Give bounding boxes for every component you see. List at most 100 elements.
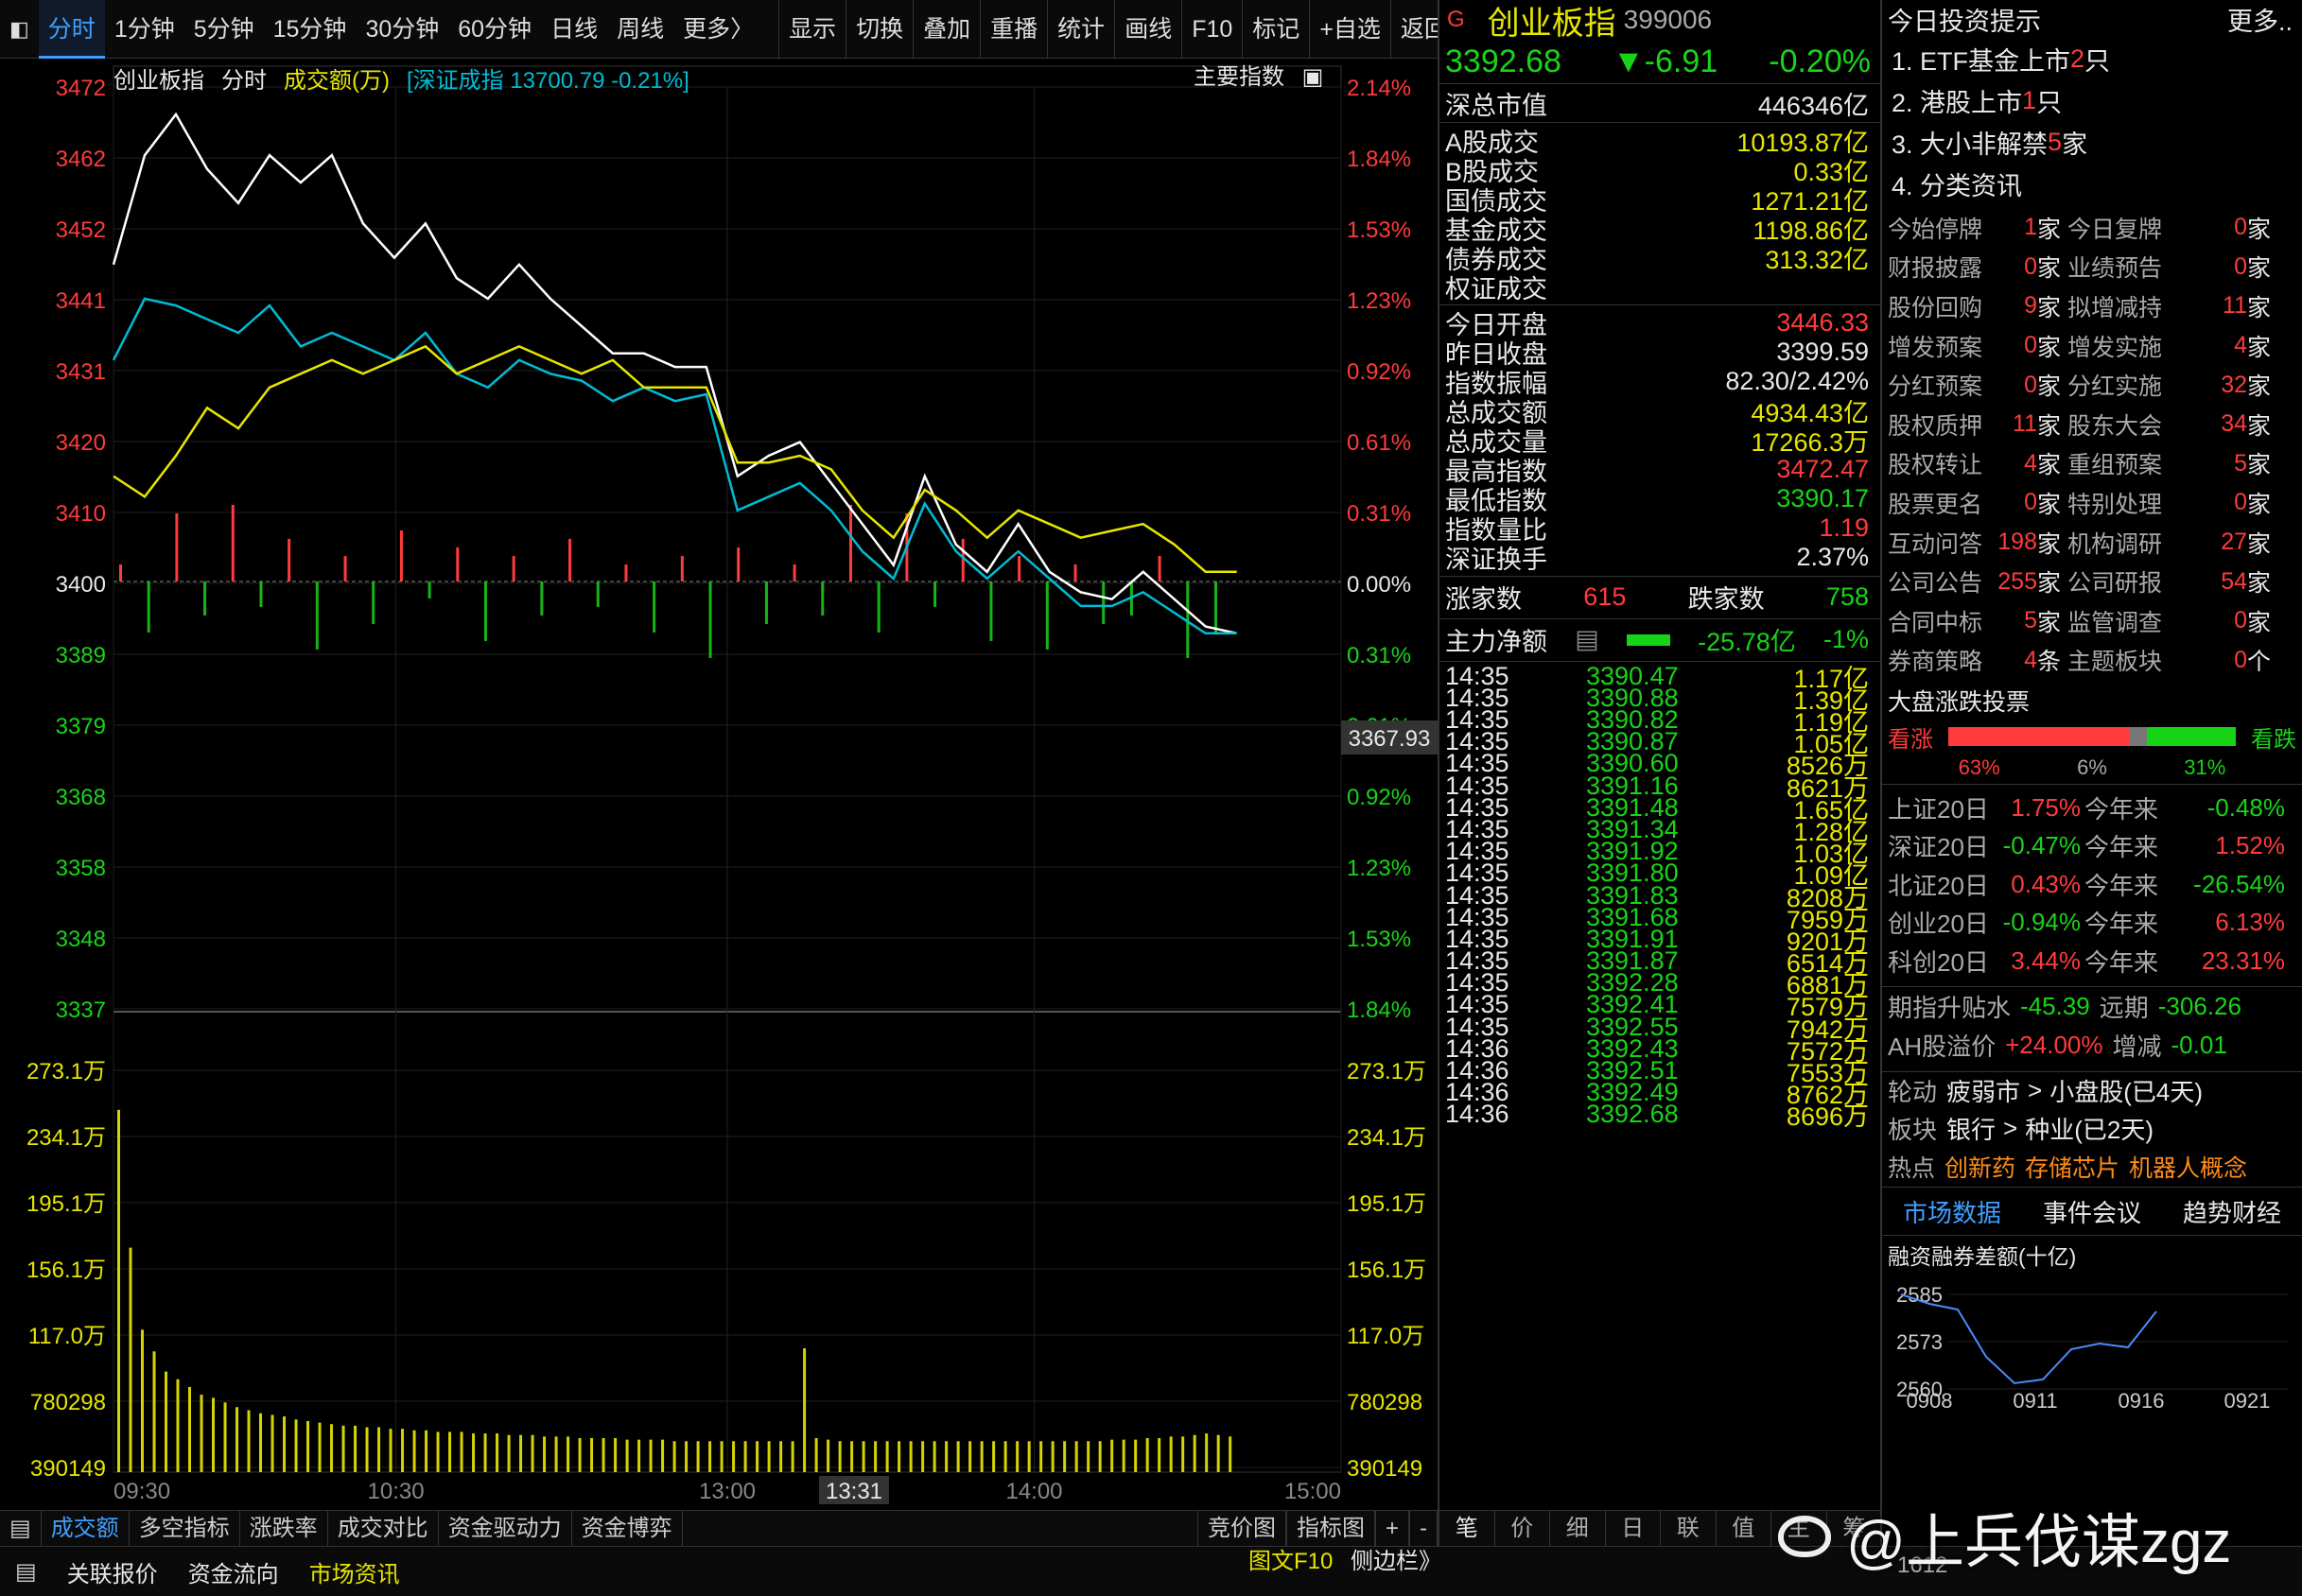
intraday-chart[interactable]: 3472 2.14% 3462 1.84% 3452 1.53% 3441 1.23% 3431… [0,59,1438,1510]
event-row[interactable]: 股票更名 0 家特别处理 0 家 [1882,483,2302,523]
detail-tab[interactable]: 日 [1606,1511,1661,1546]
period-tab[interactable]: 5分钟 [184,0,264,59]
status-link[interactable]: 市场资讯 [294,1555,415,1588]
main-index-button[interactable]: 主要指数 ▣ [1194,57,1323,98]
margin-x-tick: 0921 [2224,1389,2271,1413]
indicator-tab[interactable]: 成交额 [42,1511,130,1546]
event-row[interactable]: 公司公告 255 家公司研报 54 家 [1882,562,2302,601]
f10-link[interactable]: 图文F10 [1248,1549,1333,1574]
hint-item[interactable]: 4. 分类资讯 [1882,163,2302,204]
chart-mode-tab[interactable]: 竞价图 [1196,1511,1286,1546]
event-row[interactable]: 券商策略 4 条主题板块 0 个 [1882,641,2302,681]
news-tab[interactable]: 市场数据 [1903,1194,2001,1229]
hint-text: 1. ETF基金上市 [1892,46,2071,76]
tool-button[interactable]: 画线 [1114,0,1181,59]
volume-bar [827,1439,830,1472]
index20-label: 北证20日 [1888,871,1989,900]
price-tick-label: 3389 [56,643,106,668]
event-row[interactable]: 股权转让 4 家重组预案 5 家 [1882,444,2302,484]
period-tab[interactable]: 日线 [541,0,607,59]
tool-button[interactable]: 重播 [980,0,1047,59]
volume-bar [117,1109,120,1472]
volume-bar [460,1431,463,1472]
detail-tab[interactable]: 价 [1495,1511,1550,1546]
index20-value: 0.43% [2011,869,2081,898]
indicator-tab[interactable]: 多空指标 [130,1511,240,1546]
down-bar [989,581,993,641]
tool-button[interactable]: 统计 [1047,0,1114,59]
time-tick-label: 09:30 [113,1479,170,1504]
hot-topic-link[interactable]: 创新药 [1944,1150,2015,1184]
event-row[interactable]: 今始停牌 1 家今日复牌 0 家 [1882,208,2302,248]
period-tab[interactable]: 60分钟 [448,0,541,59]
indicator-tab[interactable]: 资金驱动力 [439,1511,572,1546]
detail-tab[interactable]: 联 [1661,1511,1717,1546]
down-count-label: 跌家数 [1687,585,1765,615]
tool-button[interactable]: +自选 [1309,0,1390,59]
tool-button[interactable]: F10 [1181,0,1242,59]
tool-button[interactable]: 切换 [846,0,913,59]
volume-bar [779,1441,783,1472]
period-tab[interactable]: 周线 [607,0,673,59]
detail-tab[interactable]: 笔 [1439,1511,1495,1546]
event-unit: 家 [2247,609,2272,636]
period-tab[interactable]: 15分钟 [264,0,357,59]
volume-bar [306,1420,310,1472]
tick-list[interactable]: 14:35 3390.47 1.17亿 14:35 3390.88 1.39亿 14:35 3… [1439,662,1880,1132]
chart-mode-tab[interactable]: + [1374,1511,1409,1546]
hint-item[interactable]: 3. 大小非解禁 5 家 [1882,121,2302,163]
volume-tick-label: 117.0万 [28,1324,106,1349]
period-tab[interactable]: 分时 [38,0,105,59]
detail-tab[interactable]: 细 [1550,1511,1606,1546]
status-link[interactable]: 关联报价 [52,1555,173,1588]
tool-button[interactable]: 标记 [1242,0,1309,59]
hint-item[interactable]: 2. 港股上市 1 只 [1882,79,2302,121]
chart-svg[interactable]: 3472 2.14% 3462 1.84% 3452 1.53% 3441 1.23% 3431… [0,59,1438,1510]
status-icon[interactable]: ▤ [0,1558,52,1586]
event-unit: 家 [2037,530,2062,558]
indicator-tab[interactable]: 资金博弈 [572,1511,683,1546]
event-row[interactable]: 增发预案 0 家增发实施 4 家 [1882,326,2302,366]
vote-bar-row[interactable]: 看涨 看跌 [1882,721,2302,753]
volume-bar [1169,1436,1173,1472]
pct-tick-label: 2.14% [1347,76,1411,101]
rotation-row: 板块 银行 > 种业(已2天) [1882,1110,2302,1148]
event-row[interactable]: 股份回购 9 家拟增减持 11 家 [1882,286,2302,326]
panel-toggle-icon[interactable]: ◧ [0,0,39,59]
period-tab[interactable]: 1分钟 [105,0,184,59]
chart-mode-tab[interactable]: 指标图 [1285,1511,1375,1546]
news-tab[interactable]: 趋势财经 [2183,1194,2281,1229]
indicator-tab[interactable]: 涨跌率 [240,1511,328,1546]
up-bar [119,564,122,581]
down-bar [372,581,375,624]
event-row[interactable]: 合同中标 5 家监管调查 0 家 [1882,601,2302,641]
hot-topic-link[interactable]: 存储芯片 [2025,1150,2119,1184]
event-row[interactable]: 互动问答 198 家机构调研 27 家 [1882,523,2302,563]
up-bar [1073,564,1077,581]
main-flow-row[interactable]: 主力净额 ▤ -25.78亿 -1% [1439,619,1880,661]
period-tab[interactable]: 更多〉 [673,0,763,59]
period-tab[interactable]: 30分钟 [356,0,448,59]
down-bar [877,581,881,633]
volume-bar [590,1437,594,1472]
chart-mode-tab[interactable]: - [1409,1511,1438,1546]
chart-icon[interactable]: ▤ [0,1511,42,1546]
index20-row: 上证20日 1.75% 今年来 -0.48% [1882,789,2302,827]
news-tab[interactable]: 事件会议 [2043,1194,2141,1229]
hot-topic-link[interactable]: 机器人概念 [2129,1150,2247,1184]
volume-tick-label-right: 273.1万 [1347,1059,1426,1084]
sidebar-toggle-link[interactable]: 侧边栏》 [1351,1549,1441,1574]
hints-more-link[interactable]: 更多.. [2227,1,2293,38]
status-link[interactable]: 资金流向 [173,1555,294,1588]
event-row[interactable]: 股权质押 11 家股东大会 34 家 [1882,405,2302,444]
indicator-tab[interactable]: 成交对比 [328,1511,439,1546]
volume-bar [1181,1436,1185,1472]
event-row[interactable]: 分红预案 0 家分红实施 32 家 [1882,365,2302,405]
volume-tick-label-right: 117.0万 [1347,1324,1424,1349]
tool-button[interactable]: 显示 [778,0,846,59]
tool-button[interactable]: 叠加 [913,0,980,59]
pct-tick-label: 0.92% [1347,785,1411,810]
hint-item[interactable]: 1. ETF基金上市 2 只 [1882,38,2302,79]
detail-tab[interactable]: 值 [1717,1511,1771,1546]
event-row[interactable]: 财报披露 0 家业绩预告 0 家 [1882,248,2302,287]
